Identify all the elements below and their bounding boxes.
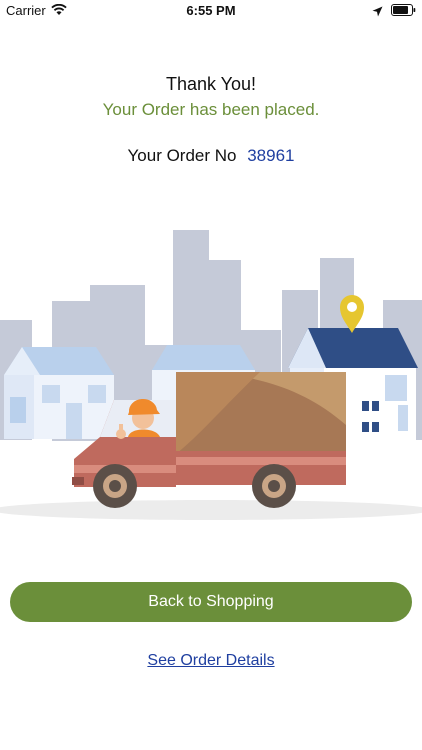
order-number-row: Your Order No 38961 — [0, 146, 422, 166]
back-to-shopping-button[interactable]: Back to Shopping — [10, 582, 412, 622]
order-number-value: 38961 — [247, 146, 295, 165]
left-house — [4, 347, 114, 439]
delivery-truck-illustration — [0, 225, 422, 525]
order-placed-message: Your Order has been placed. — [102, 100, 320, 119]
thank-you-title: Thank You! — [165, 74, 257, 94]
see-order-details-link[interactable]: See Order Details — [0, 652, 422, 670]
status-bar: Carrier 6:55 PM — [0, 0, 422, 22]
battery-icon — [391, 4, 416, 16]
order-confirmation-screen: Carrier 6:55 PM Thank You! Your Order ha… — [0, 0, 422, 750]
status-time: 6:55 PM — [186, 3, 236, 18]
location-arrow-icon — [372, 5, 383, 20]
order-number-label: Your Order No — [127, 146, 237, 165]
